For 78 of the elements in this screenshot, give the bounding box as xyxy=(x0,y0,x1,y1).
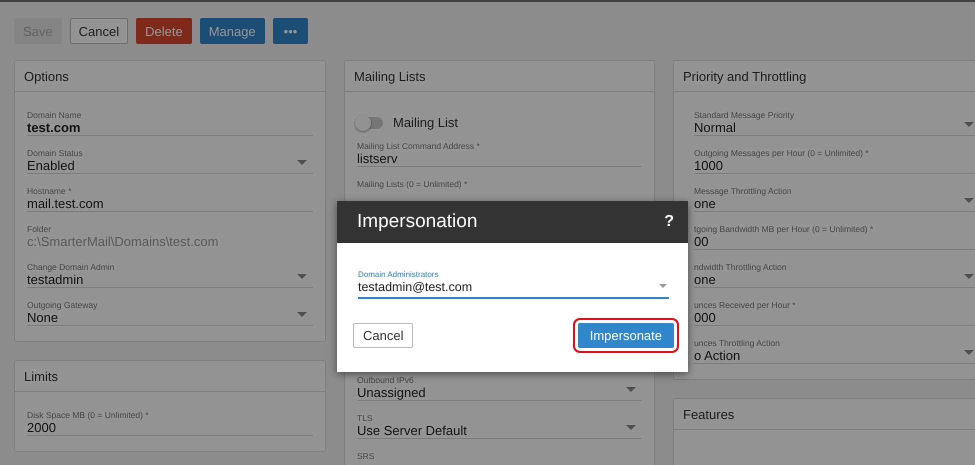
caret-icon[interactable] xyxy=(964,274,974,279)
card-title: Options xyxy=(24,68,69,84)
field-label: Hostname * xyxy=(27,186,72,196)
field-label: Outgoing Messages per Hour (0 = Unlimited) * xyxy=(694,148,869,158)
field-label: Outgoing Gateway xyxy=(27,300,98,310)
field-label: TLS xyxy=(357,413,373,423)
field-value: test.com xyxy=(27,120,80,136)
field-label: Change Domain Admin xyxy=(27,262,114,272)
card-title: Limits xyxy=(24,368,58,384)
field-value: o Action xyxy=(694,348,740,364)
field-label: Domain Administrators xyxy=(358,270,440,280)
cancel-button[interactable]: Cancel xyxy=(70,18,128,44)
field-value: Unassigned xyxy=(357,385,426,401)
field-value: listserv xyxy=(357,151,398,167)
caret-icon[interactable] xyxy=(964,350,974,355)
field-value: testadmin@test.com xyxy=(358,280,472,295)
dropdown-field[interactable]: Outgoing Gateway None xyxy=(27,295,313,326)
caret-icon[interactable] xyxy=(297,274,307,279)
field-value: Use Server Default xyxy=(357,423,467,439)
field-value: 000 xyxy=(694,310,716,326)
field-value: testadmin xyxy=(27,272,84,288)
cancel-button[interactable]: Cancel xyxy=(353,323,414,348)
field-value: 1000 xyxy=(694,158,723,174)
field-value: 00 xyxy=(694,234,708,250)
dropdown-field[interactable]: Standard Message Priority Normal xyxy=(694,105,975,136)
dropdown-field[interactable]: TLS Use Server Default xyxy=(357,408,642,439)
card-title: Mailing Lists xyxy=(354,68,426,84)
field-label: Domain Status xyxy=(27,148,83,158)
field-label: Mailing Lists (0 = Unlimited) * xyxy=(357,179,468,189)
field-value: one xyxy=(694,272,716,288)
field-label: Folder xyxy=(27,224,52,234)
field-label: Domain Name xyxy=(27,110,82,120)
dropdown-field[interactable]: Change Domain Admin testadmin xyxy=(27,257,313,288)
input-field[interactable]: SRS xyxy=(357,446,642,462)
dropdown-field[interactable]: Domain Administrators testadmin@test.com xyxy=(358,270,669,299)
field-value: one xyxy=(694,196,716,212)
caret-icon[interactable] xyxy=(626,425,636,430)
delete-button[interactable]: Delete xyxy=(136,18,192,44)
field-label: tgoing Bandwidth MB per Hour (0 = Unlimited) * xyxy=(694,224,874,234)
field-label: unces Received per Hour * xyxy=(694,300,796,310)
input-field[interactable]: Mailing Lists (0 = Unlimited) * xyxy=(357,174,642,190)
field-label: SRS xyxy=(357,451,374,461)
field-label: unces Throttling Action xyxy=(694,338,780,348)
caret-icon[interactable] xyxy=(626,387,636,392)
field-value: mail.test.com xyxy=(27,196,104,212)
card-title: Features xyxy=(683,406,734,422)
field-label: Standard Message Priority xyxy=(694,110,794,120)
caret-icon[interactable] xyxy=(659,284,667,288)
field-value: Enabled xyxy=(27,158,75,174)
field-label: Message Throttling Action xyxy=(694,186,792,196)
toggle-label: Mailing List xyxy=(393,115,458,130)
toggle-switch[interactable] xyxy=(357,116,383,128)
field-label: Mailing List Command Address * xyxy=(357,141,480,151)
help-icon[interactable]: ? xyxy=(664,213,674,231)
input-field[interactable]: Outgoing Messages per Hour (0 = Unlimited) * 1000 xyxy=(694,143,975,174)
card-title: Priority and Throttling xyxy=(683,68,806,84)
dropdown-field[interactable]: Message Throttling Action one xyxy=(694,181,975,212)
field-value: c:\SmarterMail\Domains\test.com xyxy=(27,234,218,250)
input-field[interactable]: tgoing Bandwidth MB per Hour (0 = Unlimited) * 00 xyxy=(694,219,975,250)
dropdown-field[interactable]: Domain Status Enabled xyxy=(27,143,313,174)
field-value: 2000 xyxy=(27,420,56,436)
field-label: ndwidth Throttling Action xyxy=(694,262,786,272)
field-value: None xyxy=(27,310,58,326)
field-label: Disk Space MB (0 = Unlimited) * xyxy=(27,410,149,420)
field-value: Normal xyxy=(694,120,736,136)
input-field[interactable]: unces Received per Hour * 000 xyxy=(694,295,975,326)
caret-icon[interactable] xyxy=(297,312,307,317)
input-field[interactable]: Disk Space MB (0 = Unlimited) * 2000 xyxy=(27,405,313,436)
caret-icon[interactable] xyxy=(964,122,974,127)
caret-icon[interactable] xyxy=(297,160,307,165)
dialog-title: Impersonation xyxy=(357,211,478,233)
caret-icon[interactable] xyxy=(964,198,974,203)
dropdown-field[interactable]: ndwidth Throttling Action one xyxy=(694,257,975,288)
dropdown-field[interactable]: unces Throttling Action o Action xyxy=(694,333,975,364)
input-field[interactable]: Hostname * mail.test.com xyxy=(27,181,313,212)
field-label: Outbound IPv6 xyxy=(357,375,414,385)
input-field[interactable]: Mailing List Command Address * listserv xyxy=(357,136,642,167)
input-field[interactable]: Domain Name test.com xyxy=(27,105,313,136)
